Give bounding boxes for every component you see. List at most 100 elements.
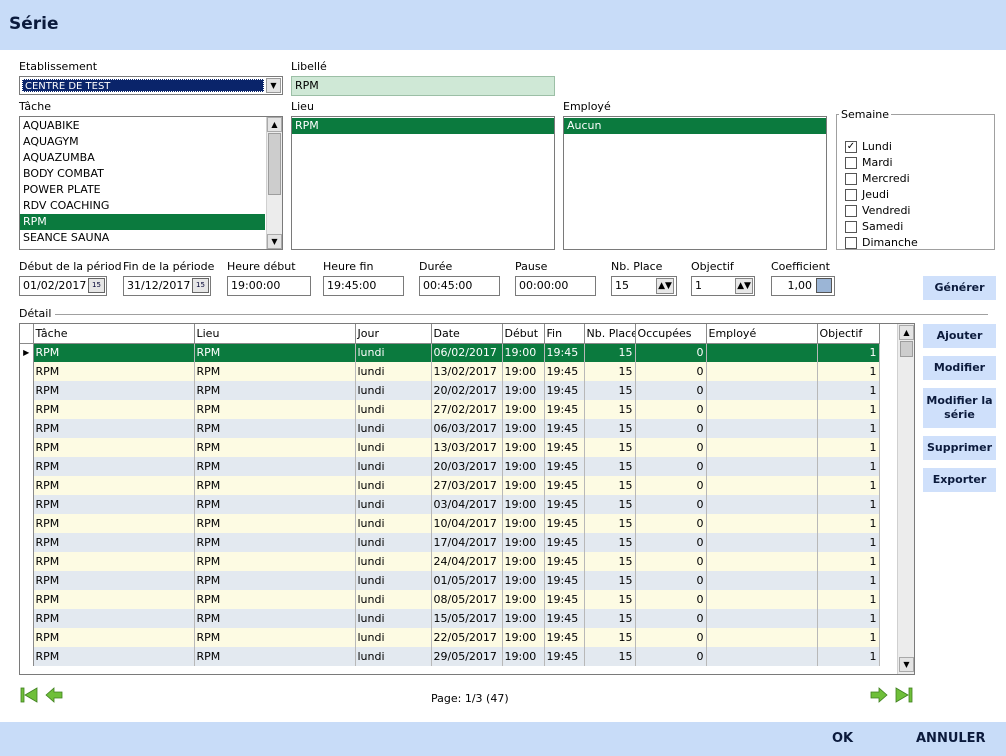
tache-list-item[interactable]: SEANCE VIDE [20, 246, 265, 249]
tache-list-item[interactable]: AQUAZUMBA [20, 150, 265, 166]
column-header[interactable]: Objectif [817, 324, 880, 344]
chevron-down-icon[interactable]: ▼ [266, 78, 281, 93]
table-row[interactable]: RPM RPM lundi 06/03/2017 19:00 19:45 15 0 1 [20, 419, 880, 438]
detail-grid[interactable]: Tâche Lieu Jour Date Début Fin Nb. Place Occupé… [19, 323, 915, 675]
row-selector[interactable] [20, 381, 34, 400]
table-row[interactable]: RPM RPM lundi 01/05/2017 19:00 19:45 15 0 1 [20, 571, 880, 590]
duree-input[interactable]: 00:45:00 [419, 276, 500, 296]
tache-list-item[interactable]: BODY COMBAT [20, 166, 265, 182]
row-selector[interactable] [20, 590, 34, 609]
first-page-icon[interactable] [20, 686, 38, 704]
spinner-icon[interactable]: ▲▼ [656, 278, 674, 294]
heure-debut-input[interactable]: 19:00:00 [227, 276, 311, 296]
lieu-list-item[interactable]: RPM [292, 118, 554, 134]
day-checkbox[interactable] [845, 189, 857, 201]
calendar-icon[interactable]: 15 [88, 278, 105, 293]
day-checkbox[interactable]: ✓ [845, 141, 857, 153]
day-checkbox[interactable] [845, 221, 857, 233]
table-row[interactable]: RPM RPM lundi 17/04/2017 19:00 19:45 15 0 1 [20, 533, 880, 552]
row-pointer-icon[interactable]: ▶ [20, 343, 34, 362]
tache-list-item[interactable]: SEANCE SAUNA [20, 230, 265, 246]
row-selector[interactable] [20, 533, 34, 552]
tache-scrollbar[interactable]: ▲ ▼ [266, 117, 282, 249]
tache-list-item[interactable]: AQUABIKE [20, 118, 265, 134]
table-row[interactable]: RPM RPM lundi 20/02/2017 19:00 19:45 15 0 1 [20, 381, 880, 400]
row-selector[interactable] [20, 514, 34, 533]
table-cell: 19:45 [544, 419, 585, 438]
ajouter-button[interactable]: Ajouter [923, 324, 996, 348]
column-header[interactable]: Lieu [194, 324, 356, 344]
table-row[interactable]: RPM RPM lundi 08/05/2017 19:00 19:45 15 0 1 [20, 590, 880, 609]
heure-fin-input[interactable]: 19:45:00 [323, 276, 404, 296]
row-selector[interactable] [20, 647, 34, 666]
modifier-serie-button[interactable]: Modifier la série [923, 388, 996, 428]
tache-list[interactable]: AQUABIKE AQUAGYM AQUAZUMBA BODY COMBAT POWER… [19, 116, 283, 250]
row-selector[interactable] [20, 571, 34, 590]
employe-list[interactable]: Aucun [563, 116, 827, 250]
table-row[interactable]: RPM RPM lundi 22/05/2017 19:00 19:45 15 0 1 [20, 628, 880, 647]
day-checkbox[interactable] [845, 205, 857, 217]
column-header[interactable]: Fin [544, 324, 585, 344]
generer-button[interactable]: Générer [923, 276, 996, 300]
employe-list-item[interactable]: Aucun [564, 118, 826, 134]
row-selector[interactable] [20, 609, 34, 628]
last-page-icon[interactable] [895, 686, 913, 704]
column-header[interactable]: Tâche [33, 324, 195, 344]
scroll-down-icon[interactable]: ▼ [899, 657, 914, 672]
day-checkbox[interactable] [845, 157, 857, 169]
tache-list-item[interactable]: RPM [20, 214, 265, 230]
ok-button[interactable]: OK [832, 731, 853, 746]
table-row[interactable]: RPM RPM lundi 03/04/2017 19:00 19:45 15 0 1 [20, 495, 880, 514]
table-row[interactable]: RPM RPM lundi 27/03/2017 19:00 19:45 15 0 1 [20, 476, 880, 495]
grid-scrollbar[interactable]: ▲ ▼ [897, 324, 914, 674]
spinner-icon[interactable]: ▲▼ [735, 278, 753, 294]
day-checkbox[interactable] [845, 237, 857, 249]
row-selector[interactable] [20, 400, 34, 419]
column-header[interactable]: Occupées [635, 324, 707, 344]
row-selector[interactable] [20, 457, 34, 476]
table-row[interactable]: RPM RPM lundi 27/02/2017 19:00 19:45 15 0 1 [20, 400, 880, 419]
column-header[interactable]: Jour [355, 324, 432, 344]
calendar-icon[interactable]: 15 [192, 278, 209, 293]
libelle-input[interactable]: RPM [291, 76, 555, 96]
annuler-button[interactable]: ANNULER [916, 731, 986, 746]
row-selector[interactable] [20, 552, 34, 571]
tache-list-item[interactable]: POWER PLATE [20, 182, 265, 198]
table-row[interactable]: RPM RPM lundi 10/04/2017 19:00 19:45 15 0 1 [20, 514, 880, 533]
modifier-button[interactable]: Modifier [923, 356, 996, 380]
scroll-up-icon[interactable]: ▲ [899, 325, 914, 340]
pause-input[interactable]: 00:00:00 [515, 276, 596, 296]
row-selector[interactable] [20, 438, 34, 457]
scroll-down-icon[interactable]: ▼ [267, 234, 282, 249]
etablissement-select[interactable]: CENTRE DE TEST ▼ [19, 76, 283, 95]
previous-page-icon[interactable] [45, 686, 63, 704]
calculator-icon[interactable] [816, 278, 832, 293]
next-page-icon[interactable] [870, 686, 888, 704]
column-header[interactable]: Employé [706, 324, 818, 344]
row-selector[interactable] [20, 628, 34, 647]
exporter-button[interactable]: Exporter [923, 468, 996, 492]
table-row[interactable]: RPM RPM lundi 15/05/2017 19:00 19:45 15 0 1 [20, 609, 880, 628]
scroll-up-icon[interactable]: ▲ [267, 117, 282, 132]
scroll-thumb[interactable] [900, 341, 913, 357]
row-selector[interactable] [20, 362, 34, 381]
row-selector[interactable] [20, 419, 34, 438]
tache-list-item[interactable]: AQUAGYM [20, 134, 265, 150]
row-selector[interactable] [20, 476, 34, 495]
table-row[interactable]: RPM RPM lundi 24/04/2017 19:00 19:45 15 0 1 [20, 552, 880, 571]
day-checkbox[interactable] [845, 173, 857, 185]
column-header[interactable]: Début [502, 324, 545, 344]
column-header[interactable]: Date [431, 324, 503, 344]
column-header[interactable]: Nb. Place [584, 324, 636, 344]
lieu-list[interactable]: RPM [291, 116, 555, 250]
table-row[interactable]: RPM RPM lundi 20/03/2017 19:00 19:45 15 0 1 [20, 457, 880, 476]
table-cell: 15 [584, 438, 636, 457]
scroll-thumb[interactable] [268, 133, 281, 195]
table-row[interactable]: RPM RPM lundi 13/02/2017 19:00 19:45 15 0 1 [20, 362, 880, 381]
table-row[interactable]: ▶ RPM RPM lundi 06/02/2017 19:00 19:45 15 0 1 [20, 343, 880, 362]
supprimer-button[interactable]: Supprimer [923, 436, 996, 460]
tache-list-item[interactable]: RDV COACHING [20, 198, 265, 214]
table-row[interactable]: RPM RPM lundi 13/03/2017 19:00 19:45 15 0 1 [20, 438, 880, 457]
table-row[interactable]: RPM RPM lundi 29/05/2017 19:00 19:45 15 0 1 [20, 647, 880, 666]
row-selector[interactable] [20, 495, 34, 514]
